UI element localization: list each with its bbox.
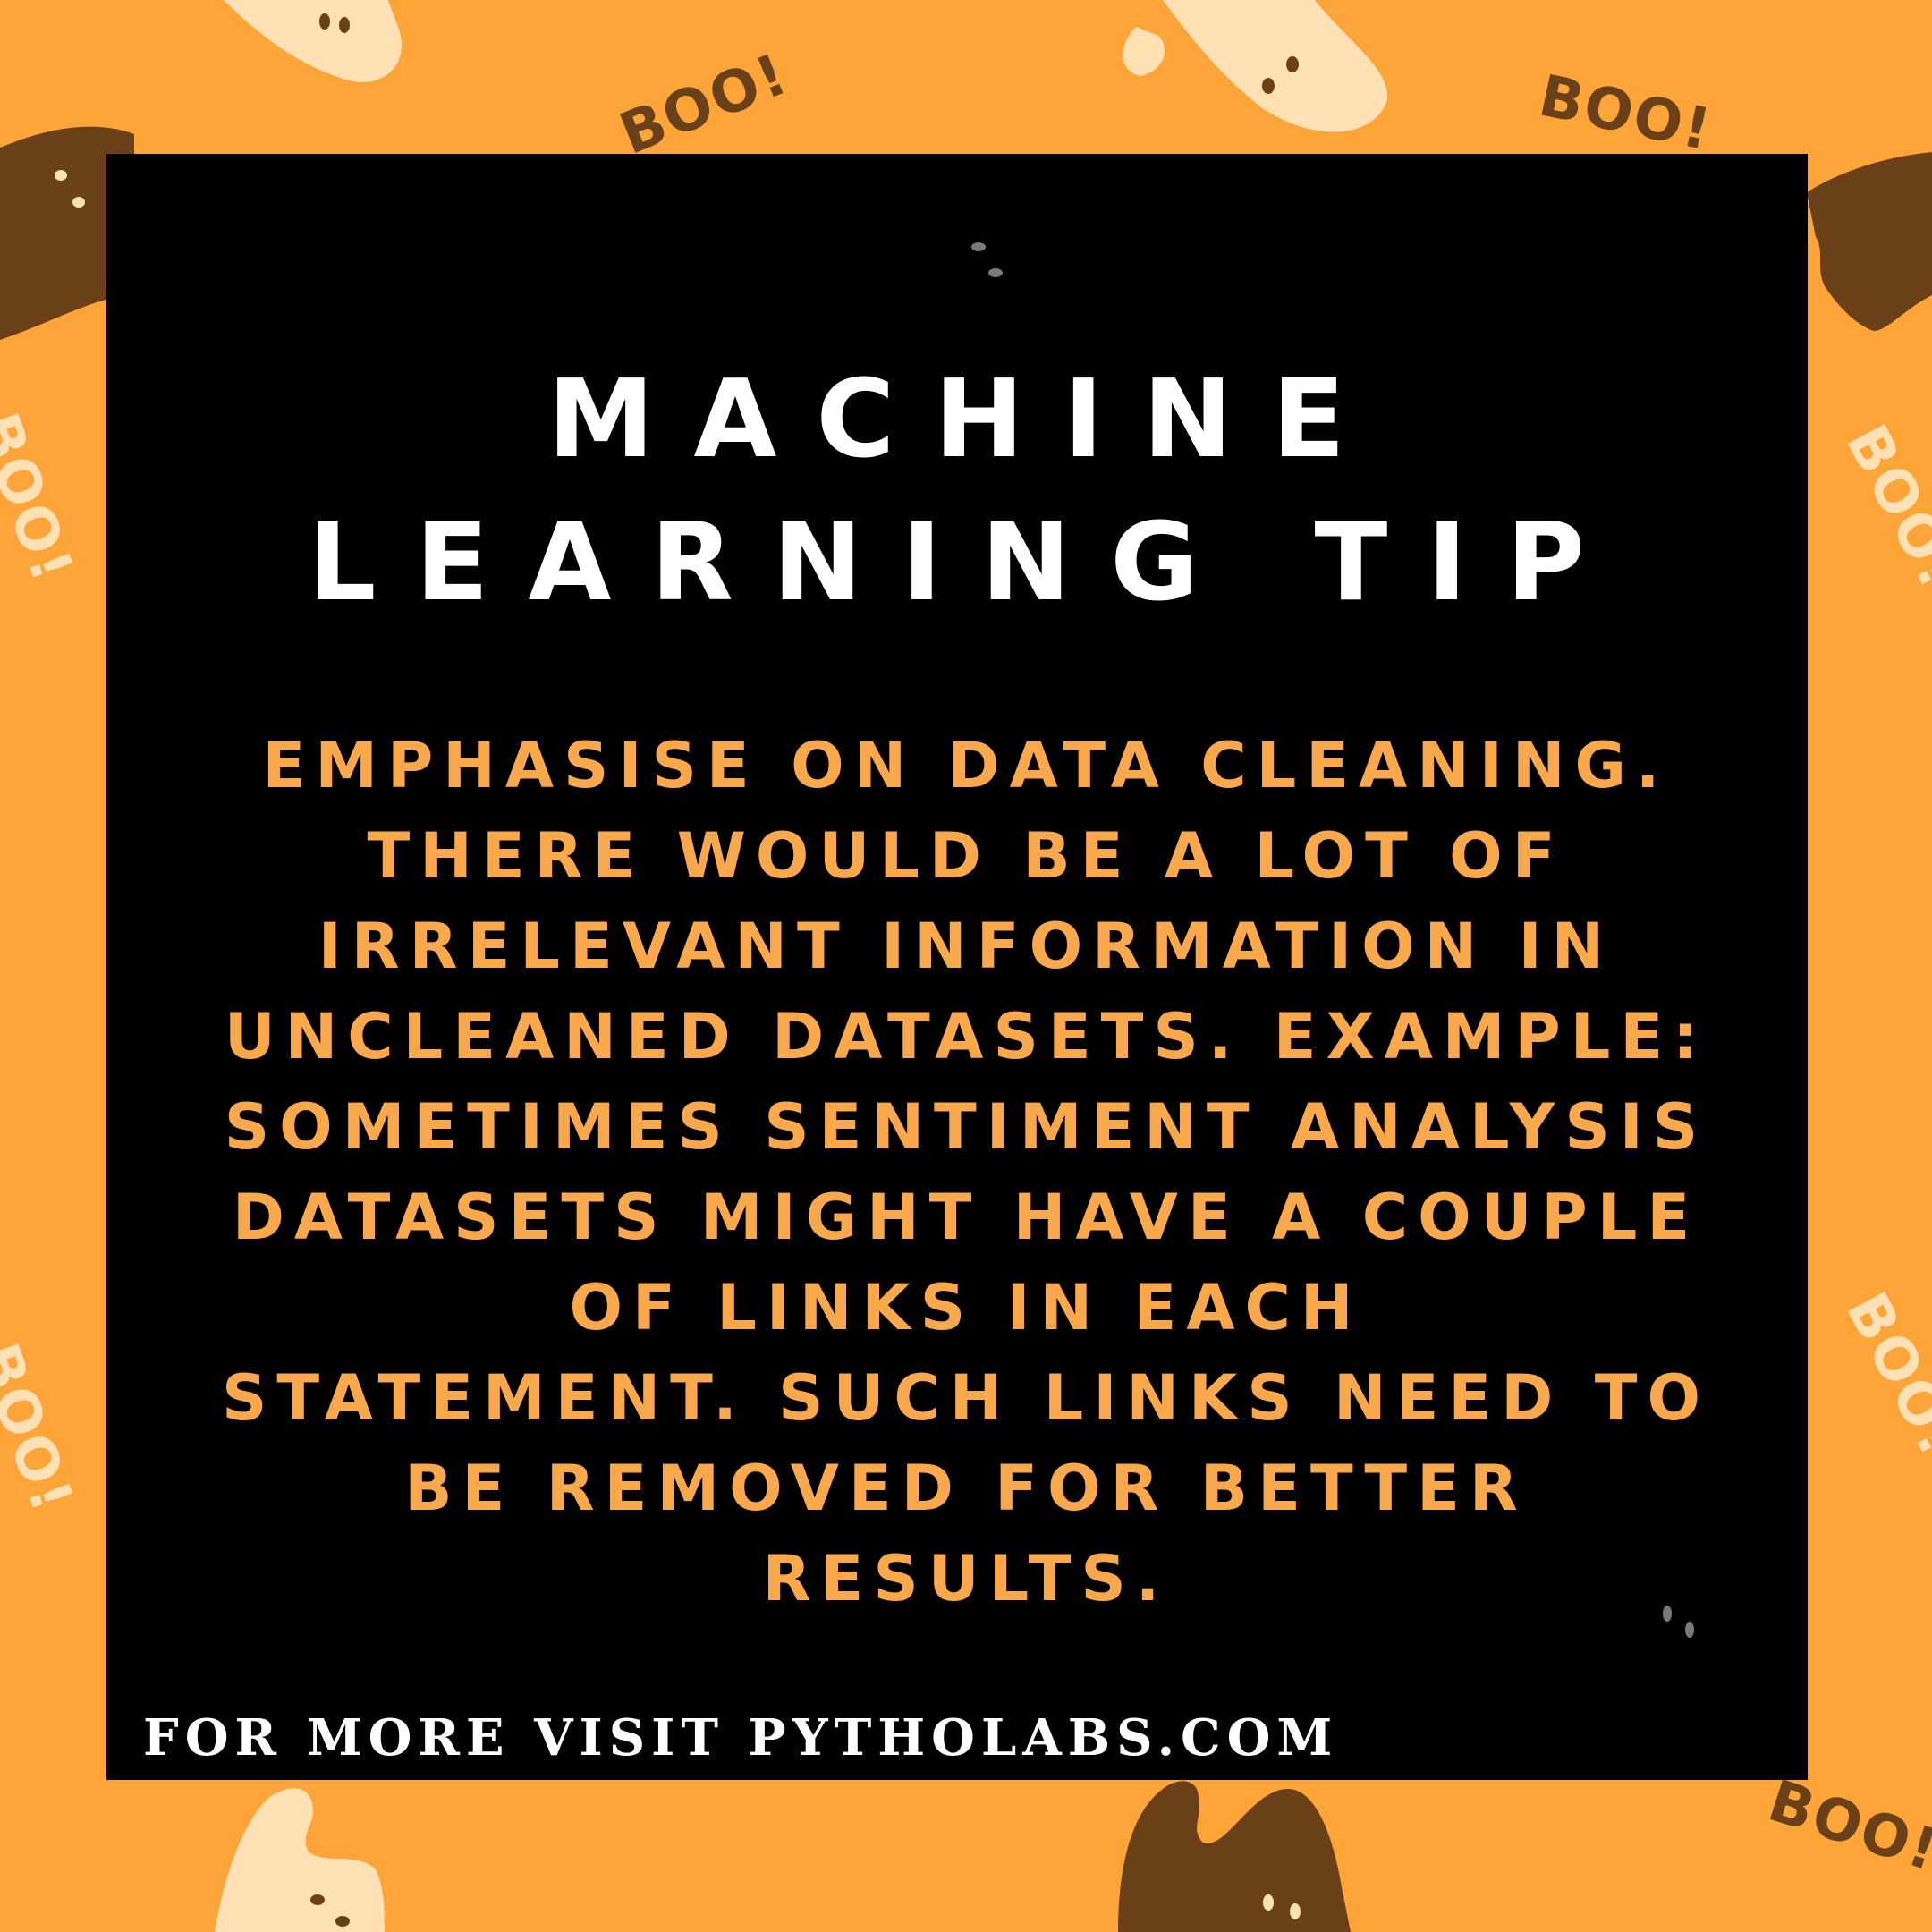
body-line: EMPHASISE ON DATA CLEANING. <box>262 729 1670 802</box>
body-line: IRRELEVANT INFORMATION IN <box>318 910 1614 983</box>
ghost-icon <box>1123 0 1388 132</box>
body-line: THERE WOULD BE A LOT OF <box>367 819 1565 893</box>
ghost-icon <box>215 1788 385 1932</box>
ghost-icon <box>1807 152 1932 331</box>
ghost-icon <box>224 0 402 82</box>
body-line: OF LINKS IN EACH <box>569 1271 1363 1344</box>
ghost-icon <box>1118 1781 1351 1932</box>
body-line: SOMETIMES SENTIMENT ANALYSIS <box>224 1090 1708 1164</box>
body-line: STATEMENT. SUCH LINKS NEED TO <box>222 1361 1710 1435</box>
footer-website-text: FOR MORE VISIT PYTHOLABS.COM <box>143 1708 1339 1767</box>
body-line: DATASETS MIGHT HAVE A COUPLE <box>232 1181 1700 1254</box>
title-line: MACHINE <box>547 358 1385 482</box>
body-line: RESULTS. <box>762 1542 1170 1615</box>
body-line: BE REMOVED FOR BETTER <box>404 1452 1528 1525</box>
body-line: UNCLEANED DATASETS. EXAMPLE: <box>224 1000 1708 1073</box>
page-title: MACHINE LEARNING TIP <box>0 349 1932 635</box>
tip-body: EMPHASISE ON DATA CLEANING. THERE WOULD … <box>179 721 1753 1624</box>
title-line: LEARNING TIP <box>308 501 1624 625</box>
